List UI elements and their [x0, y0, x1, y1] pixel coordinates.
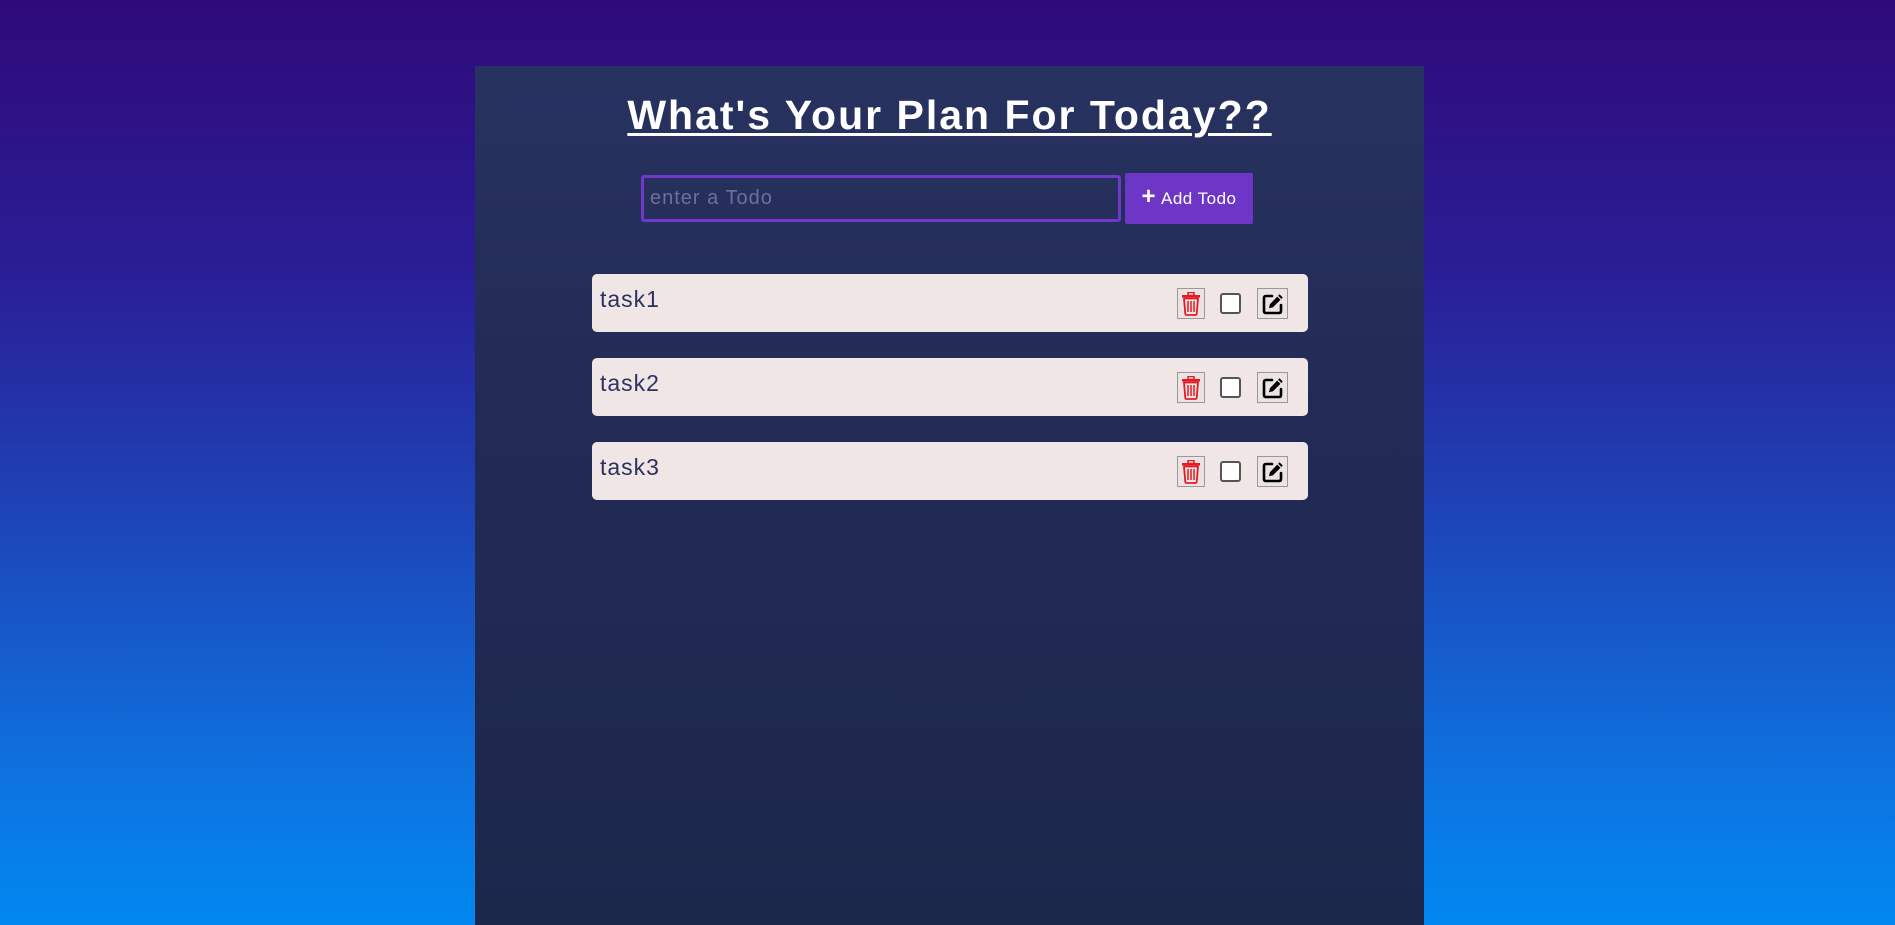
done-checkbox[interactable] — [1220, 377, 1241, 398]
todo-app-panel: What's Your Plan For Today?? + Add Todo … — [475, 66, 1424, 925]
delete-button[interactable] — [1177, 456, 1205, 487]
todo-text: task2 — [600, 370, 660, 396]
todo-list: task1 task2 task3 — [592, 274, 1308, 526]
edit-icon — [1262, 293, 1283, 314]
done-checkbox[interactable] — [1220, 293, 1241, 314]
trash-icon — [1182, 459, 1200, 484]
edit-button[interactable] — [1257, 288, 1288, 319]
edit-button[interactable] — [1257, 456, 1288, 487]
todo-actions — [1177, 372, 1288, 403]
todo-item: task3 — [592, 442, 1308, 500]
trash-icon — [1182, 375, 1200, 400]
todo-text: task3 — [600, 454, 660, 480]
todo-text: task1 — [600, 286, 660, 312]
done-checkbox[interactable] — [1220, 461, 1241, 482]
delete-button[interactable] — [1177, 372, 1205, 403]
add-todo-label: Add Todo — [1160, 188, 1237, 208]
todo-actions — [1177, 288, 1288, 319]
plus-icon: + — [1141, 183, 1156, 210]
edit-button[interactable] — [1257, 372, 1288, 403]
todo-actions — [1177, 456, 1288, 487]
todo-item: task1 — [592, 274, 1308, 332]
trash-icon — [1182, 291, 1200, 316]
add-todo-button[interactable]: + Add Todo — [1125, 173, 1253, 224]
edit-icon — [1262, 377, 1283, 398]
todo-item: task2 — [592, 358, 1308, 416]
todo-form: + Add Todo — [641, 173, 1253, 224]
edit-icon — [1262, 461, 1283, 482]
todo-input[interactable] — [641, 175, 1121, 222]
page-title: What's Your Plan For Today?? — [627, 92, 1272, 138]
delete-button[interactable] — [1177, 288, 1205, 319]
